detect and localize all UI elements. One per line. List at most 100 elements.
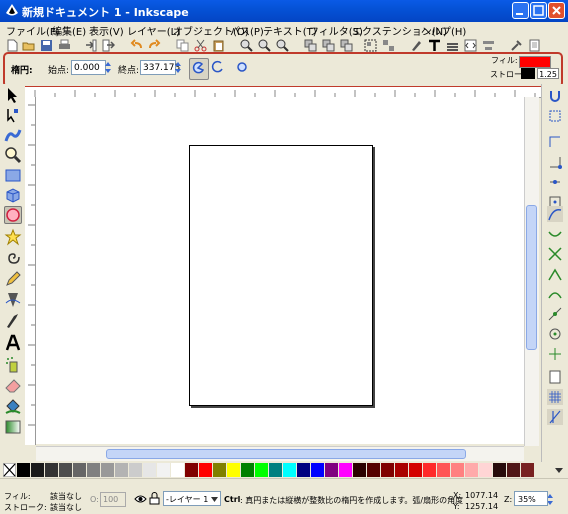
- text-icon[interactable]: [4, 334, 22, 352]
- palette-swatch[interactable]: [185, 463, 198, 477]
- snap-page-border-icon[interactable]: [547, 369, 563, 385]
- maximize-button[interactable]: [530, 2, 547, 19]
- ungroup-icon[interactable]: [382, 39, 395, 52]
- zoom-field[interactable]: 35%: [514, 491, 548, 506]
- end-angle-field[interactable]: 337.173: [140, 60, 180, 75]
- eye-visibility-icon[interactable]: [134, 493, 147, 505]
- duplicate-icon[interactable]: [304, 39, 317, 52]
- menu-path[interactable]: パス(P): [230, 23, 264, 38]
- eraser-icon[interactable]: [4, 376, 22, 394]
- no-paint-icon[interactable]: [3, 463, 16, 477]
- snap-grid-icon[interactable]: [547, 389, 563, 405]
- menu-edit[interactable]: 編集(E): [52, 23, 86, 38]
- palette-swatch[interactable]: [353, 463, 366, 477]
- layers-icon[interactable]: [446, 39, 459, 52]
- save-icon[interactable]: [40, 39, 53, 52]
- redo-icon[interactable]: [148, 39, 161, 52]
- snap-path-icon[interactable]: [547, 226, 563, 242]
- snap-nodes-icon[interactable]: [547, 206, 563, 222]
- zoom-selection-icon[interactable]: [240, 39, 253, 52]
- snap-object-center-icon[interactable]: [547, 326, 563, 342]
- palette-swatch[interactable]: [213, 463, 226, 477]
- export-icon[interactable]: [102, 39, 115, 52]
- palette-swatch[interactable]: [325, 463, 338, 477]
- stroke-width-value[interactable]: 1.25: [537, 68, 559, 79]
- menu-view[interactable]: 表示(V): [89, 23, 124, 38]
- palette-swatch[interactable]: [451, 463, 464, 477]
- vertical-scroll-thumb[interactable]: [526, 205, 537, 350]
- print-icon[interactable]: [58, 39, 71, 52]
- horizontal-scrollbar[interactable]: [36, 446, 524, 461]
- spray-icon[interactable]: [4, 355, 22, 373]
- zoom-drawing-icon[interactable]: [258, 39, 271, 52]
- palette-swatch[interactable]: [101, 463, 114, 477]
- palette-swatch[interactable]: [297, 463, 310, 477]
- rectangle-icon[interactable]: [4, 166, 22, 184]
- palette-swatch[interactable]: [367, 463, 380, 477]
- lock-icon[interactable]: [149, 492, 160, 505]
- document-properties-icon[interactable]: [528, 39, 541, 52]
- horizontal-scroll-thumb[interactable]: [106, 449, 466, 459]
- open-icon[interactable]: [22, 39, 35, 52]
- palette-swatch[interactable]: [423, 463, 436, 477]
- import-icon[interactable]: [84, 39, 97, 52]
- snap-bbox-corner-icon[interactable]: [547, 154, 563, 170]
- palette-swatch[interactable]: [17, 463, 30, 477]
- gradient-icon[interactable]: [4, 418, 22, 436]
- end-angle-spinner-icon[interactable]: [174, 60, 182, 75]
- snap-rotation-center-icon[interactable]: [547, 346, 563, 362]
- snap-smooth-icon[interactable]: [547, 286, 563, 302]
- start-angle-field[interactable]: 0.000: [71, 60, 106, 75]
- start-angle-spinner-icon[interactable]: [104, 60, 112, 75]
- text-font-icon[interactable]: [428, 39, 441, 52]
- palette-swatch[interactable]: [465, 463, 478, 477]
- align-distribute-icon[interactable]: [482, 39, 495, 52]
- palette-swatch[interactable]: [59, 463, 72, 477]
- palette-swatch[interactable]: [507, 463, 520, 477]
- palette-swatch[interactable]: [199, 463, 212, 477]
- minimize-button[interactable]: [512, 2, 529, 19]
- stroke-swatch[interactable]: [521, 68, 535, 79]
- palette-swatch[interactable]: [395, 463, 408, 477]
- group-icon[interactable]: [364, 39, 377, 52]
- undo-icon[interactable]: [130, 39, 143, 52]
- palette-swatch[interactable]: [409, 463, 422, 477]
- open-arc-toggle[interactable]: [209, 58, 227, 78]
- palette-swatch[interactable]: [87, 463, 100, 477]
- palette-swatch[interactable]: [283, 463, 296, 477]
- snap-bbox-edge-icon[interactable]: [547, 134, 563, 150]
- zoom-icon[interactable]: [4, 146, 22, 164]
- snap-intersection-icon[interactable]: [547, 246, 563, 262]
- palette-swatch[interactable]: [73, 463, 86, 477]
- palette-swatch[interactable]: [227, 463, 240, 477]
- node-editor-icon[interactable]: [4, 106, 22, 124]
- snap-cusp-icon[interactable]: [547, 266, 563, 282]
- palette-swatch[interactable]: [479, 463, 492, 477]
- closed-arc-toggle[interactable]: [189, 58, 209, 80]
- clone-icon[interactable]: [322, 39, 335, 52]
- zoom-page-icon[interactable]: [276, 39, 289, 52]
- palette-swatch[interactable]: [493, 463, 506, 477]
- palette-swatch[interactable]: [255, 463, 268, 477]
- close-button[interactable]: [548, 2, 565, 19]
- palette-swatch[interactable]: [437, 463, 450, 477]
- palette-swatch[interactable]: [129, 463, 142, 477]
- selector-icon[interactable]: [4, 86, 22, 104]
- make-whole-button[interactable]: [234, 58, 252, 78]
- unlink-clone-icon[interactable]: [340, 39, 353, 52]
- xml-editor-icon[interactable]: [464, 39, 477, 52]
- palette-swatch[interactable]: [31, 463, 44, 477]
- star-icon[interactable]: [4, 228, 22, 246]
- palette-swatch[interactable]: [339, 463, 352, 477]
- snap-guide-icon[interactable]: [547, 409, 563, 425]
- pencil-icon[interactable]: [4, 270, 22, 288]
- snap-bbox-midpoint-icon[interactable]: [547, 174, 563, 190]
- palette-swatch[interactable]: [171, 463, 184, 477]
- snap-bbox-icon[interactable]: [547, 108, 563, 124]
- paste-icon[interactable]: [212, 39, 225, 52]
- copy-icon[interactable]: [176, 39, 189, 52]
- palette-swatch[interactable]: [381, 463, 394, 477]
- palette-swatch[interactable]: [143, 463, 156, 477]
- new-document-icon[interactable]: [6, 39, 19, 52]
- fill-swatch[interactable]: [519, 56, 551, 68]
